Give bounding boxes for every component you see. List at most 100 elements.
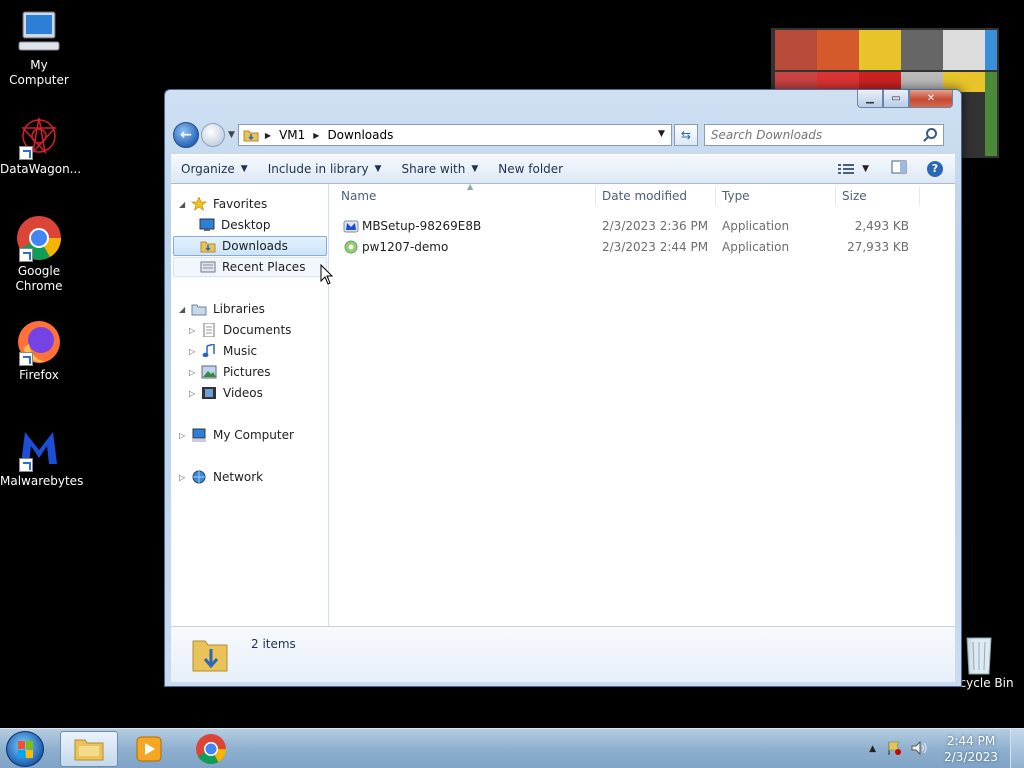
expand-arrow-icon[interactable]: ▷ [189, 347, 199, 356]
collapse-arrow-icon[interactable]: ◢ [179, 200, 189, 209]
column-header-size[interactable]: Size [842, 189, 867, 203]
search-input[interactable] [710, 128, 911, 142]
file-date: 2/3/2023 2:44 PM [602, 240, 709, 254]
tile [817, 30, 859, 70]
expand-arrow-icon[interactable]: ▷ [189, 368, 199, 377]
network-icon [191, 470, 207, 484]
taskbar-media-player[interactable] [120, 731, 178, 767]
malwarebytes-icon [15, 424, 63, 472]
nav-network[interactable]: ▷ Network [179, 467, 263, 487]
shortcut-arrow-icon [19, 248, 33, 262]
organize-button[interactable]: Organize ▼ [171, 162, 258, 176]
navigation-pane[interactable]: ◢ Favorites Desktop Downloads Recent Pla… [171, 184, 329, 626]
desktop-icon-datawagon[interactable]: DataWagon... [0, 112, 81, 177]
change-view-button[interactable]: ▼ [838, 163, 869, 175]
collapse-arrow-icon[interactable]: ◢ [179, 305, 189, 314]
nav-my-computer[interactable]: ▷ My Computer [179, 425, 294, 445]
maximize-button[interactable]: ▭ [883, 90, 909, 108]
recent-pages-dropdown[interactable]: ▼ [228, 130, 235, 140]
desktop-icon-chrome[interactable]: Google Chrome [0, 214, 78, 294]
volume-icon[interactable] [910, 740, 928, 759]
nav-label: Favorites [213, 197, 268, 211]
clock[interactable]: 2:44 PM 2/3/2023 [944, 733, 998, 765]
nav-videos[interactable]: ▷ Videos [189, 383, 263, 403]
address-dropdown-icon[interactable]: ▼ [658, 129, 665, 139]
share-with-button[interactable]: Share with ▼ [391, 162, 488, 176]
show-desktop-button[interactable] [1010, 729, 1024, 768]
column-header-name[interactable]: Name [341, 189, 376, 203]
search-icon[interactable] [925, 128, 937, 139]
nav-label: Desktop [221, 218, 271, 232]
system-tray: ▲ 2:44 PM 2/3/2023 [869, 729, 1024, 768]
start-button[interactable] [6, 731, 44, 767]
desktop-icon-firefox[interactable]: Firefox [0, 318, 78, 383]
desktop-icon-my-computer[interactable]: My Computer [0, 8, 78, 88]
nav-desktop[interactable]: Desktop [199, 215, 271, 235]
expand-arrow-icon[interactable]: ▷ [179, 473, 189, 482]
caret-down-icon: ▼ [862, 163, 869, 174]
search-box[interactable] [703, 124, 944, 146]
explorer-window[interactable]: ▁ ▭ ✕ ← ▼ ▶ VM1 ▶ Downloads ▼ ⇆ Organize… [164, 89, 962, 687]
back-button[interactable]: ← [173, 122, 199, 148]
close-button[interactable]: ✕ [909, 90, 953, 108]
action-center-icon[interactable] [886, 740, 902, 759]
details-view-icon [838, 163, 855, 174]
expand-arrow-icon[interactable]: ▷ [189, 389, 199, 398]
breadcrumb-item[interactable]: VM1 [279, 128, 305, 142]
nav-label: Network [213, 470, 264, 484]
navigation-row: ← ▼ ▶ VM1 ▶ Downloads ▼ ⇆ [173, 122, 955, 148]
file-list[interactable]: ▲ Name Date modified Type Size MBSetup-9… [329, 182, 955, 626]
share-with-label: Share with [401, 162, 466, 176]
caret-down-icon: ▼ [471, 164, 479, 174]
expand-arrow-icon[interactable]: ▷ [189, 326, 199, 335]
expand-arrow-icon[interactable]: ▷ [179, 431, 189, 440]
minimize-button[interactable]: ▁ [857, 90, 883, 108]
tile [775, 30, 817, 70]
refresh-button[interactable]: ⇆ [673, 124, 698, 146]
desktop-icon-label: Malwarebytes [0, 474, 84, 488]
column-header-type[interactable]: Type [722, 189, 750, 203]
shortcut-arrow-icon [19, 458, 33, 472]
taskbar-explorer[interactable] [60, 731, 118, 767]
application-icon [343, 239, 359, 258]
column-divider[interactable] [595, 186, 596, 206]
column-divider[interactable] [715, 186, 716, 206]
taskbar: ▲ 2:44 PM 2/3/2023 [0, 728, 1024, 768]
nav-pictures[interactable]: ▷ Pictures [189, 362, 271, 382]
nav-recent-places[interactable]: Recent Places [173, 257, 327, 277]
taskbar-chrome[interactable] [182, 731, 240, 767]
tile [985, 30, 997, 70]
file-name: pw1207-demo [362, 240, 449, 254]
nav-music[interactable]: ▷ Music [189, 341, 257, 361]
breadcrumb-item[interactable]: Downloads [327, 128, 393, 142]
documents-icon [201, 322, 217, 338]
datawagon-icon [15, 112, 63, 160]
address-bar[interactable]: ▶ VM1 ▶ Downloads ▼ [237, 124, 672, 146]
star-icon [190, 196, 208, 211]
file-row[interactable]: MBSetup-98269E8B 2/3/2023 2:36 PM Applic… [329, 216, 955, 236]
clock-time: 2:44 PM [946, 734, 996, 748]
nav-label: Pictures [223, 365, 271, 379]
help-button[interactable]: ? [927, 160, 943, 177]
new-folder-button[interactable]: New folder [488, 162, 573, 176]
nav-libraries[interactable]: ◢ Libraries [179, 299, 265, 319]
file-name: MBSetup-98269E8B [362, 219, 482, 233]
column-headers: ▲ Name Date modified Type Size [329, 182, 955, 208]
item-count: 2 items [251, 637, 296, 651]
downloads-folder-icon [200, 239, 216, 253]
desktop-icon-malwarebytes[interactable]: Malwarebytes [0, 424, 84, 489]
nav-documents[interactable]: ▷ Documents [189, 320, 291, 340]
preview-pane-button[interactable] [891, 160, 907, 177]
column-divider[interactable] [919, 186, 920, 206]
forward-button[interactable] [201, 123, 225, 147]
column-header-date-modified[interactable]: Date modified [602, 189, 687, 203]
file-row[interactable]: pw1207-demo 2/3/2023 2:44 PM Application… [329, 237, 955, 257]
show-hidden-icons-button[interactable]: ▲ [869, 744, 876, 754]
nav-downloads[interactable]: Downloads [173, 236, 327, 256]
nav-favorites[interactable]: ◢ Favorites [179, 194, 267, 214]
desktop-icon-label: My Computer [9, 58, 69, 87]
include-in-library-button[interactable]: Include in library ▼ [258, 162, 392, 176]
windows-logo-icon [18, 741, 33, 758]
column-divider[interactable] [835, 186, 836, 206]
desktop-icon-label: Firefox [19, 368, 59, 382]
